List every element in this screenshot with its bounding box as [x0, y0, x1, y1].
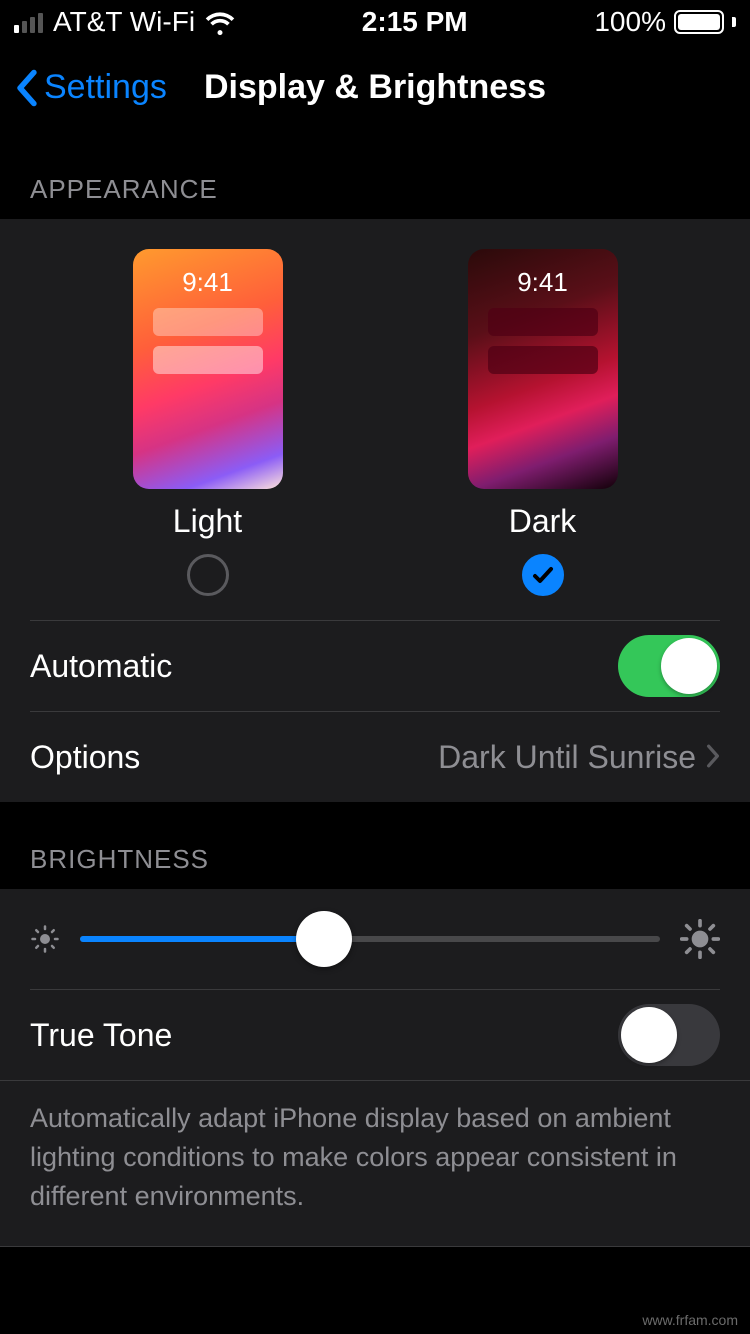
battery-indicator: 100%	[594, 6, 736, 38]
dark-preview: 9:41	[468, 249, 618, 489]
chevron-right-icon	[706, 739, 720, 776]
carrier-label: AT&T Wi-Fi	[53, 6, 195, 38]
cell-signal-icon	[14, 11, 43, 33]
light-radio[interactable]	[187, 554, 229, 596]
status-bar-time: 2:15 PM	[362, 6, 468, 38]
appearance-option-dark[interactable]: 9:41 Dark	[433, 249, 653, 596]
truetone-row: True Tone	[0, 990, 750, 1080]
brightness-thumb[interactable]	[296, 911, 352, 967]
automatic-toggle[interactable]	[618, 635, 720, 697]
battery-icon	[674, 10, 724, 34]
status-bar-left: AT&T Wi-Fi	[14, 6, 235, 38]
light-label: Light	[173, 503, 242, 540]
sun-min-icon	[30, 924, 60, 954]
sun-max-icon	[680, 919, 720, 959]
options-row[interactable]: Options Dark Until Sunrise	[0, 712, 750, 802]
automatic-label: Automatic	[30, 648, 172, 685]
nav-bar: Settings Display & Brightness	[0, 44, 750, 132]
options-label: Options	[30, 739, 140, 776]
truetone-description: Automatically adapt iPhone display based…	[0, 1081, 750, 1246]
brightness-panel: True Tone Automatically adapt iPhone dis…	[0, 889, 750, 1246]
brightness-slider[interactable]	[80, 936, 660, 942]
truetone-label: True Tone	[30, 1017, 172, 1054]
preview-time: 9:41	[133, 249, 283, 298]
light-preview: 9:41	[133, 249, 283, 489]
watermark: www.frfam.com	[642, 1312, 738, 1328]
appearance-option-light[interactable]: 9:41 Light	[98, 249, 318, 596]
back-button[interactable]: Settings	[16, 68, 167, 107]
checkmark-icon	[531, 563, 555, 587]
appearance-panel: 9:41 Light 9:41 Dark Automatic Options D…	[0, 219, 750, 802]
status-bar-right: 100%	[594, 6, 736, 38]
section-header-appearance: Appearance	[0, 132, 750, 219]
dark-radio[interactable]	[522, 554, 564, 596]
appearance-row: 9:41 Light 9:41 Dark	[0, 219, 750, 620]
wifi-icon	[205, 7, 235, 37]
status-bar: AT&T Wi-Fi 2:15 PM 100%	[0, 0, 750, 44]
brightness-slider-row	[0, 889, 750, 989]
automatic-row: Automatic	[0, 621, 750, 711]
options-value: Dark Until Sunrise	[438, 739, 696, 776]
truetone-toggle[interactable]	[618, 1004, 720, 1066]
battery-percent: 100%	[594, 6, 666, 38]
section-header-brightness: Brightness	[0, 802, 750, 889]
chevron-left-icon	[16, 69, 38, 107]
dark-label: Dark	[509, 503, 577, 540]
back-label: Settings	[44, 68, 167, 107]
preview-time: 9:41	[468, 249, 618, 298]
